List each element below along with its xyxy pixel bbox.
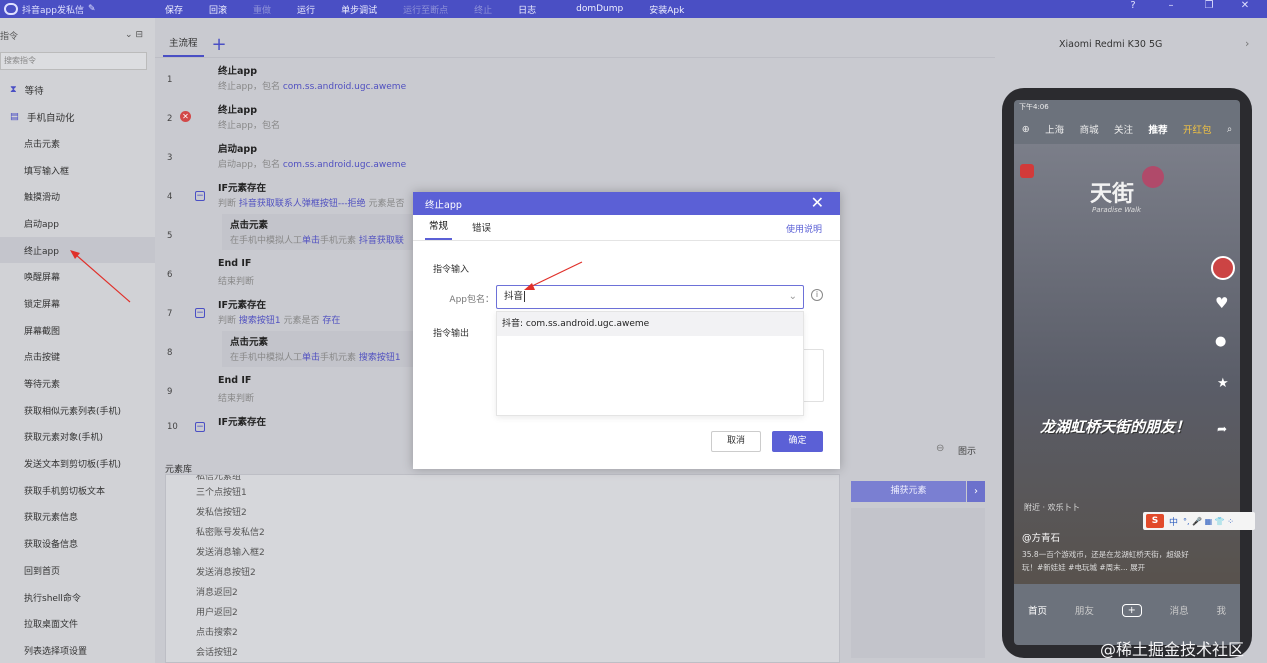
annotation-arrow-dialog (524, 261, 583, 290)
annotation-arrowhead (524, 283, 535, 290)
annotation-arrow-line (529, 261, 583, 288)
